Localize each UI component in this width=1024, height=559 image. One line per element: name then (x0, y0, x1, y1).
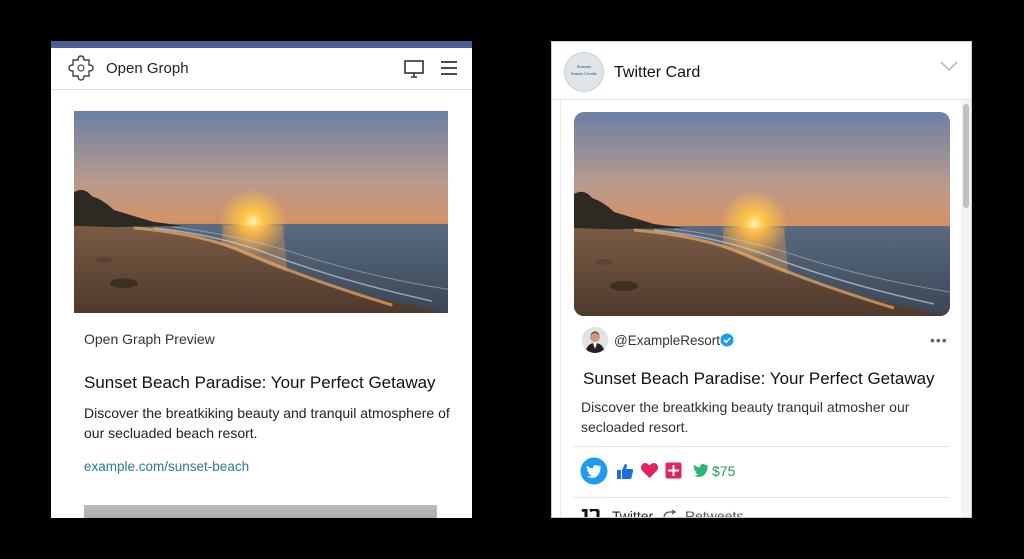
tw-card-title: Twitter Card (614, 64, 701, 81)
og-heading: Sunset Beach Paradise: Your Perfect Geta… (84, 373, 436, 392)
twitter-bird-small-icon[interactable] (689, 463, 709, 479)
heart-icon[interactable] (640, 462, 659, 479)
og-caption: Open Graph Preview (84, 331, 215, 347)
scrollbar-thumb[interactable] (963, 104, 969, 208)
tw-footer-label[interactable]: Twitter (612, 508, 653, 517)
divider (574, 497, 950, 498)
tw-description: Discover the breatkking beauty tranquil … (581, 399, 910, 435)
og-header: Open Groph (51, 48, 472, 90)
og-next-preview-image (84, 505, 437, 518)
puzzle-logo-icon (68, 55, 94, 81)
monitor-icon[interactable] (404, 60, 424, 78)
divider (574, 446, 950, 447)
og-preview-image (74, 111, 448, 313)
scrollbar[interactable] (961, 100, 971, 517)
twitter-card-panel: Sunsnet Sunets Cerahe Twitter Card @Exam… (551, 41, 972, 518)
tw-action-row (580, 457, 780, 487)
tw-preview-image (574, 112, 950, 316)
price-label: $75 (712, 463, 736, 479)
user-avatar[interactable] (582, 327, 608, 353)
open-graph-panel: Open Groph Open Graph Preview Sunset Bea… (51, 41, 472, 518)
brand-avatar: Sunsnet Sunets Cerahe (564, 52, 604, 92)
verified-badge-icon (720, 333, 734, 347)
chevron-down-icon[interactable] (940, 60, 958, 72)
tw-footer-retweets[interactable]: Retweets (685, 508, 743, 517)
og-link[interactable]: example.com/sunset-beach (84, 459, 249, 474)
plus-icon[interactable] (665, 462, 682, 479)
tw-header: Sunsnet Sunets Cerahe Twitter Card (552, 42, 971, 100)
retweet-icon[interactable] (662, 510, 678, 518)
twitter-bird-icon[interactable] (580, 457, 608, 485)
og-app-title: Open Groph (106, 60, 189, 77)
brand-avatar-line1: Sunsnet (576, 64, 592, 69)
hamburger-menu-icon[interactable] (440, 60, 458, 76)
og-description: Discover the breatkiking beauty and tran… (84, 405, 450, 441)
tw-handle[interactable]: @ExampleResort (614, 333, 720, 348)
tw-heading: Sunset Beach Paradise: Your Perfect Geta… (583, 369, 935, 388)
thumbs-up-icon[interactable] (616, 462, 634, 480)
twitter-logo-icon (581, 509, 600, 517)
more-icon[interactable]: ••• (930, 332, 948, 348)
brand-avatar-line2: Sunets Cerahe (571, 71, 597, 76)
